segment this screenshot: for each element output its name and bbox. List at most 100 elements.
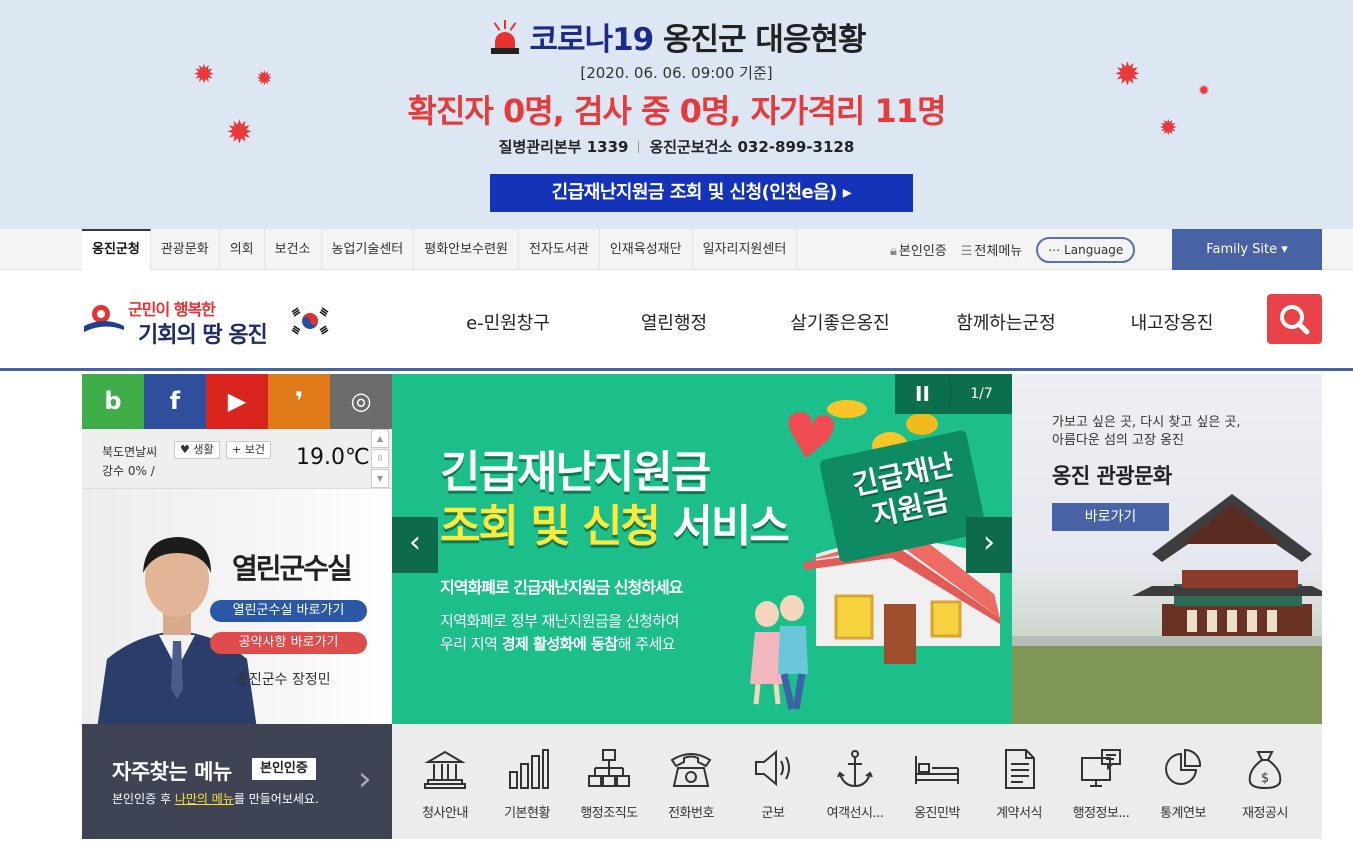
tab-health-center[interactable]: 보건소: [265, 229, 322, 270]
quick-item-label: 행정조직도: [580, 806, 638, 821]
tourism-intro: 가보고 싶은 곳, 다시 찾고 싶은 곳, 아름다운 섬의 고장 옹진: [1052, 414, 1241, 450]
quick-item-admin-info[interactable]: 행정정보...: [1060, 724, 1142, 839]
cert-link[interactable]: 🔒︎ 본인인증: [890, 240, 947, 259]
mayor-name: 옹진군수 장정민: [236, 672, 331, 688]
quick-menu-title: 자주찾는 메뉴: [112, 760, 232, 784]
quick-item-yearbook[interactable]: 통계연보: [1142, 724, 1224, 839]
site-logo[interactable]: 군민이 행복한 기회의 땅 옹진: [82, 292, 342, 352]
main-navigation: e-민원창구 열린행정 살기좋은옹진 함께하는군정 내고장옹진: [425, 270, 1255, 371]
slider-prev-button[interactable]: ‹: [392, 517, 438, 573]
telephone-icon: [670, 753, 712, 787]
tourism-go-button[interactable]: 바로가기: [1052, 503, 1169, 531]
nav-together[interactable]: 함께하는군정: [923, 270, 1089, 371]
tab-jobs[interactable]: 일자리지원센터: [693, 229, 798, 270]
all-menu-link[interactable]: ☰ 전체메뉴: [961, 240, 1023, 259]
nav-living[interactable]: 살기좋은옹진: [757, 270, 923, 371]
kakaostory-icon[interactable]: ❜: [268, 374, 330, 429]
nav-open-admin[interactable]: 열린행정: [591, 270, 757, 371]
document-icon: [1005, 749, 1035, 789]
bar-chart-icon: [509, 749, 549, 789]
quick-item-org[interactable]: 행정조직도: [568, 724, 650, 839]
weather-health-chip[interactable]: + 보건: [226, 441, 271, 459]
search-button[interactable]: [1267, 294, 1322, 344]
quick-item-finance[interactable]: $ 재정공시: [1224, 724, 1306, 839]
quick-item-label: 전화번호: [668, 806, 714, 821]
quick-menu-header: 자주찾는 메뉴 본인인증 본인인증 후 나만의 메뉴를 만들어보세요. ›: [82, 724, 392, 839]
quick-item-bulletin[interactable]: 군보: [732, 724, 814, 839]
weather-widget: 북도면날씨 ♥ 생활 + 보건 강수 0% / 19.0℃ ▲ II ▼: [82, 429, 392, 489]
korea-flag-icon: [288, 306, 332, 336]
logo-name: 기회의 땅 옹진: [138, 323, 268, 348]
quick-item-label: 군보: [761, 806, 785, 821]
top-utility-bar: 옹진군청 관광문화 의회 보건소 농업기술센터 평화안보수련원 전자도서관 인재…: [0, 229, 1353, 270]
tab-library[interactable]: 전자도서관: [519, 229, 600, 270]
quick-item-label: 통계연보: [1160, 806, 1206, 821]
quick-item-contract[interactable]: 계약서식: [978, 724, 1060, 839]
quick-item-label: 계약서식: [996, 806, 1042, 821]
quick-item-ferry[interactable]: 여객선시...: [814, 724, 896, 839]
disaster-fund-button[interactable]: 긴급재난지원금 조회 및 신청(인천e음) ▸: [490, 174, 913, 212]
covid-title-corona: 코로나19: [529, 22, 655, 58]
weather-up-button[interactable]: ▲: [371, 429, 389, 448]
tab-county-office[interactable]: 옹진군청: [82, 229, 151, 270]
health-center-phone: 옹진군보건소 032-899-3128: [649, 138, 855, 156]
quick-item-label: 옹진민박: [914, 806, 960, 821]
weather-temperature: 19.0℃: [296, 445, 370, 470]
tourism-intro-line-2: 아름다운 섬의 고장 옹진: [1052, 433, 1184, 448]
mayor-title: 열린군수실: [232, 552, 353, 585]
slider-counter: 1/7: [950, 374, 1012, 414]
covid-title: 코로나19 옹진군 대응현황: [0, 14, 1353, 59]
weather-life-chip[interactable]: ♥ 생활: [174, 441, 220, 459]
youtube-icon[interactable]: ▶: [206, 374, 268, 429]
covid-phones: 질병관리본부 1339 옹진군보건소 032-899-3128: [0, 136, 1353, 157]
chevron-right-icon[interactable]: ›: [358, 762, 372, 796]
weather-down-button[interactable]: ▼: [371, 469, 389, 488]
covid-banner: ✹ ✹ ✹ ✹ ✹ ✹ 코로나19 옹진군 대응현황 [2020. 06. 06…: [0, 0, 1353, 229]
mayor-panel: 열린군수실 열린군수실 바로가기 공약사항 바로가기 옹진군수 장정민: [82, 489, 392, 724]
quick-item-stats[interactable]: 기본현황: [486, 724, 568, 839]
weather-location: 북도면날씨: [102, 445, 158, 459]
tourism-title: 옹진 관광문화: [1052, 464, 1172, 488]
sns-links: b f ▶ ❜ ◎: [82, 374, 392, 429]
speaker-icon: [755, 749, 790, 787]
nav-e-civil[interactable]: e-민원창구: [425, 270, 591, 371]
svg-text:$: $: [1261, 771, 1269, 786]
slider-pause-button[interactable]: II: [895, 374, 950, 414]
covid-date: [2020. 06. 06. 09:00 기준]: [580, 64, 773, 82]
weather-pause-button[interactable]: II: [371, 449, 389, 468]
quick-item-label: 여객선시...: [826, 806, 884, 821]
pledge-button[interactable]: 공약사항 바로가기: [210, 632, 367, 654]
tourism-intro-line-1: 가보고 싶은 곳, 다시 찾고 싶은 곳,: [1052, 415, 1241, 430]
facebook-icon[interactable]: f: [144, 374, 206, 429]
site-tabs: 옹진군청 관광문화 의회 보건소 농업기술센터 평화안보수련원 전자도서관 인재…: [82, 229, 798, 270]
weather-controls: ▲ II ▼: [371, 429, 391, 489]
language-button[interactable]: ⋯ Language: [1036, 236, 1136, 263]
tab-scholarship[interactable]: 인재육성재단: [600, 229, 693, 270]
main-slider[interactable]: 긴급재난지원금 조회 및 신청 서비스 지역화폐로 긴급재난지원금 신청하세요 …: [392, 374, 1012, 724]
tourism-panel: 가보고 싶은 곳, 다시 찾고 싶은 곳, 아름다운 섬의 고장 옹진 옹진 관…: [1012, 374, 1322, 724]
monitor-icon: [1081, 749, 1121, 787]
quick-item-phone[interactable]: 전화번호: [650, 724, 732, 839]
quick-item-label: 청사안내: [422, 806, 468, 821]
quick-menu-list: 청사안내 기본현황 행정조직도 전화번호 군보 여객선시... 옹진민박 계약서…: [392, 724, 1322, 839]
instagram-icon[interactable]: ◎: [330, 374, 392, 429]
quick-item-lodging[interactable]: 옹진민박: [896, 724, 978, 839]
slider-next-button[interactable]: ›: [966, 517, 1012, 573]
county-emblem-icon: [84, 305, 124, 332]
open-mayor-office-button[interactable]: 열린군수실 바로가기: [210, 600, 367, 622]
tab-peace-center[interactable]: 평화안보수련원: [414, 229, 519, 270]
quick-item-building[interactable]: 청사안내: [404, 724, 486, 839]
weather-rain: 강수 0% /: [102, 464, 155, 478]
blog-icon[interactable]: b: [82, 374, 144, 429]
family-site-select[interactable]: Family Site ▾: [1172, 229, 1322, 270]
anchor-icon: [837, 750, 873, 788]
tab-council[interactable]: 의회: [220, 229, 265, 270]
quick-menu-cert-badge[interactable]: 본인인증: [252, 758, 316, 780]
quick-item-label: 재정공시: [1242, 806, 1288, 821]
nav-hometown[interactable]: 내고장옹진: [1089, 270, 1255, 371]
menu-icon: ☰: [960, 244, 973, 259]
quick-item-label: 행정정보...: [1072, 806, 1130, 821]
tab-tourism[interactable]: 관광문화: [151, 229, 220, 270]
tab-agriculture[interactable]: 농업기술센터: [322, 229, 415, 270]
org-chart-icon: [588, 749, 630, 787]
